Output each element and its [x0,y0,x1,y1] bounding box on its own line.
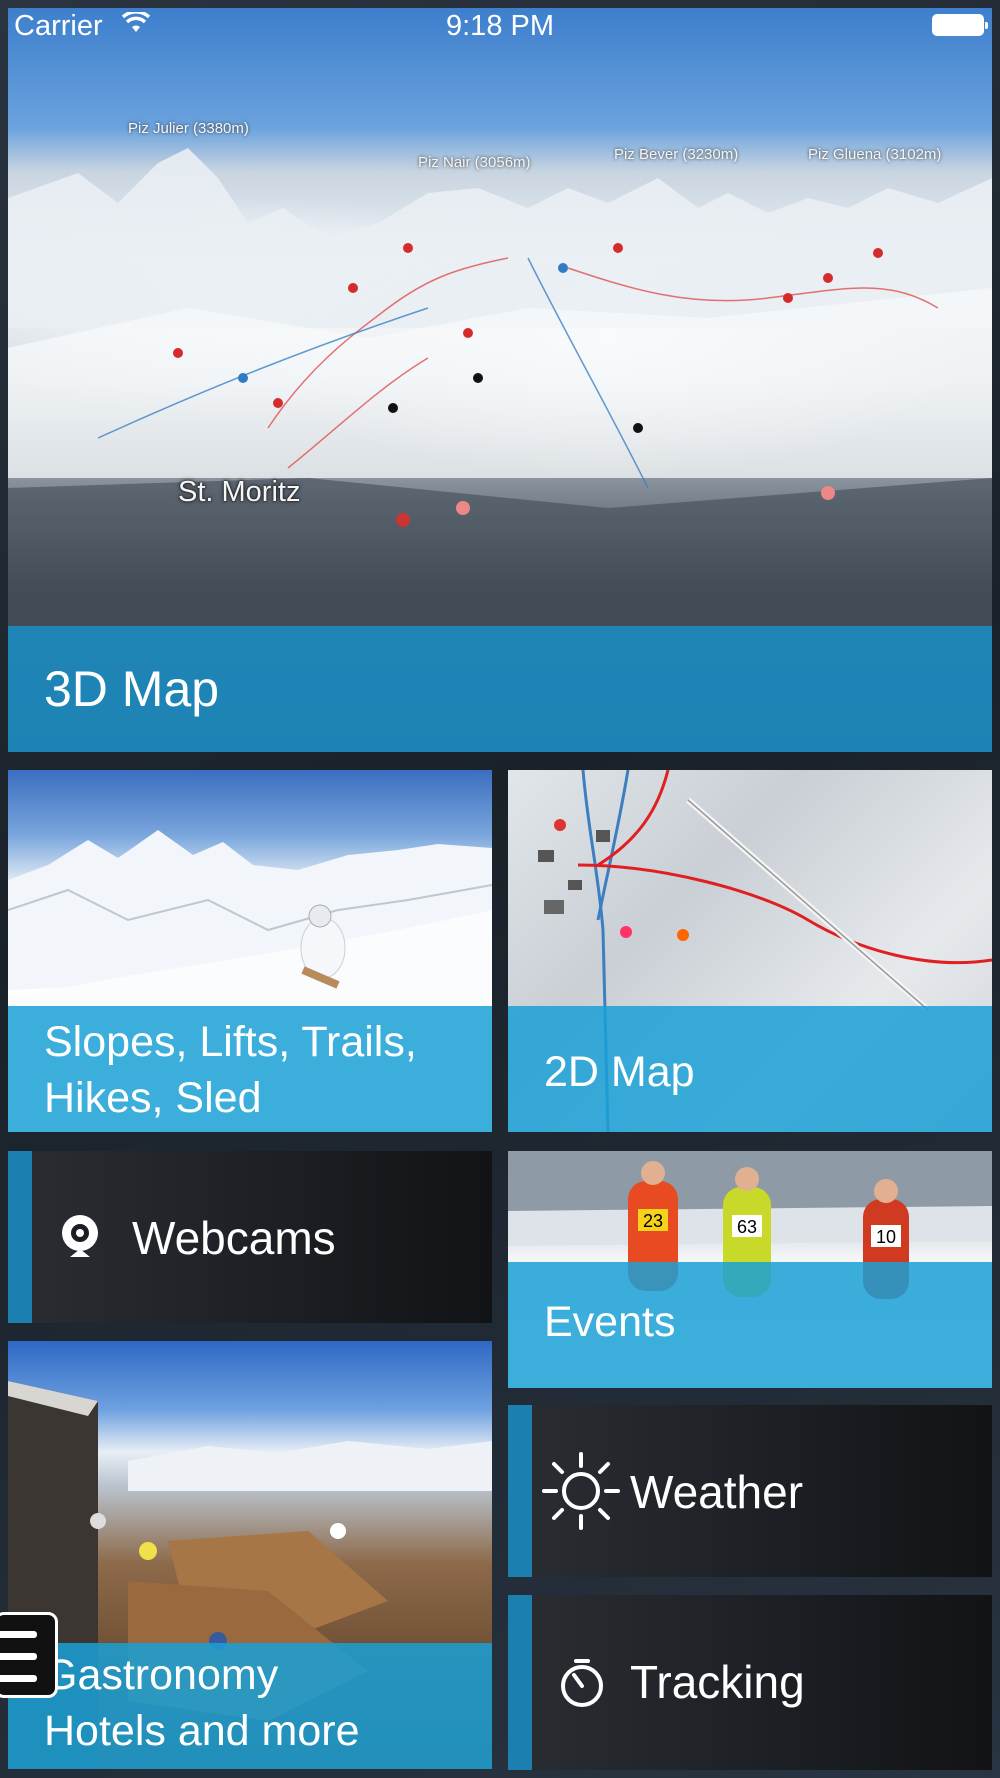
tile-label-tracking: Tracking [630,1656,805,1708]
tile-weather[interactable]: Weather [508,1405,992,1577]
tile-label-gastronomy-line2: Hotels and more [44,1707,360,1755]
tile-label-gastronomy-line1: Gastronomy [44,1651,279,1699]
tile-label-weather: Weather [630,1466,804,1518]
tile-accent-bar [508,1405,532,1577]
tile-accent-bar [508,1595,532,1770]
bib-number: 23 [643,1211,663,1231]
tile-label-bar: Slopes, Lifts, Trails, Hikes, Sled [8,1006,492,1132]
tile-label-3d-map: 3D Map [44,661,220,717]
tile-tracking[interactable]: Tracking [508,1595,992,1770]
bib-number: 10 [876,1227,896,1247]
tile-label-slopes-line1: Slopes, Lifts, Trails, [44,1018,417,1066]
menu-bar [0,1653,37,1660]
place-label: St. Moritz [178,476,301,508]
peak-label: Piz Julier (3380m) [128,120,249,137]
tile-3d-map[interactable]: Piz Julier (3380m) Piz Nair (3056m) Piz … [8,8,992,752]
tile-label-bar: 3D Map [8,626,992,752]
tile-gastronomy-hotels[interactable]: Gastronomy Hotels and more [8,1341,492,1769]
tile-label-2d-map: 2D Map [544,1048,695,1096]
menu-bar [0,1631,37,1638]
webcam-icon [62,1215,98,1257]
status-time: 9:18 PM [446,10,554,42]
hamburger-menu-icon[interactable] [0,1612,58,1698]
peak-label: Piz Nair (3056m) [418,154,531,171]
battery-icon [932,14,988,36]
tile-label-slopes-line2: Hikes, Sled [44,1074,262,1122]
stopwatch-icon [561,1659,603,1707]
tile-accent-bar [8,1151,32,1323]
tile-label-webcams: Webcams [132,1212,336,1264]
tile-label-bar: Events [508,1262,992,1388]
tile-webcams[interactable]: Webcams [8,1151,492,1323]
bib-number: 63 [737,1217,757,1237]
tile-label-events: Events [544,1298,676,1346]
tile-2d-map[interactable]: 2D Map [508,770,992,1132]
tile-label-bar: 2D Map [508,1006,992,1132]
peak-label: Piz Bever (3230m) [614,146,739,163]
tile-slopes-lifts-trails[interactable]: Slopes, Lifts, Trails, Hikes, Sled [8,770,492,1132]
peak-label: Piz Gluena (3102m) [808,146,942,163]
tile-events[interactable]: 23 63 10 Events [508,1151,992,1388]
sun-icon [542,1452,620,1530]
menu-bar [0,1675,37,1682]
tile-label-bar: Gastronomy Hotels and more [8,1643,492,1769]
status-bar: Carrier 9:18 PM [0,0,1000,50]
